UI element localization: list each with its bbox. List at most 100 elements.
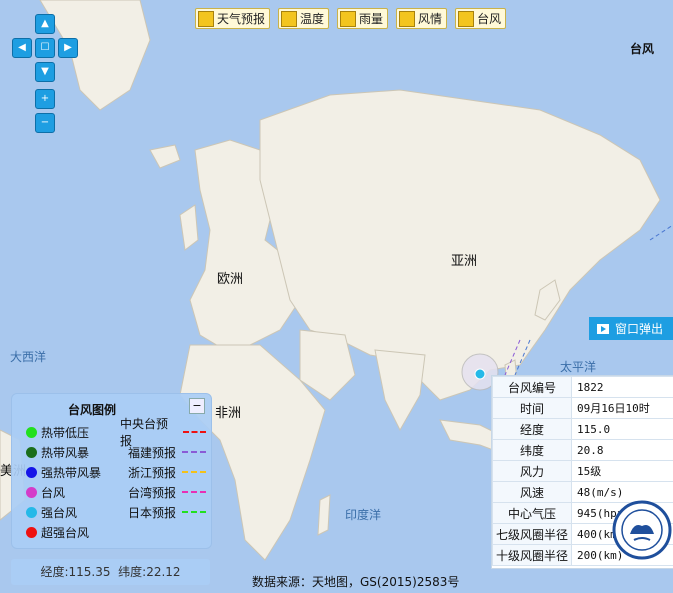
forecast-line-icon	[182, 511, 206, 513]
forecast-line-icon	[182, 471, 206, 473]
toolbar-button-4[interactable]: 台风	[455, 8, 507, 29]
forecast-line-icon	[182, 451, 206, 453]
legend-category-item: 强台风	[26, 502, 101, 522]
legend-category-item: 超强台风	[26, 522, 101, 542]
legend-minimize-button[interactable]: −	[189, 398, 205, 414]
pan-down-button[interactable]: ▼	[35, 62, 55, 82]
typhoon-center-marker	[474, 368, 486, 380]
land-uk	[179, 204, 199, 251]
forecast-label: 台湾预报	[127, 485, 176, 500]
label-asia: 亚洲	[451, 254, 478, 269]
toolbar-button-3[interactable]: 风情	[396, 8, 448, 29]
data-source: 数据来源：天地图，GS(2015)2583号	[252, 575, 460, 589]
zoom-out-button[interactable]: −	[35, 113, 55, 133]
center-button[interactable]: ☐	[35, 38, 55, 58]
category-dot-icon	[26, 486, 37, 498]
window-popup-button[interactable]: 窗口弹出	[589, 317, 673, 340]
legend-forecast-item: 日本预报	[120, 502, 206, 522]
label-atlantic: 大西洋	[10, 350, 47, 364]
info-key: 风力	[492, 460, 572, 482]
legend-category-item: 台风	[26, 482, 101, 502]
weather-icon	[198, 10, 214, 27]
toolbar-button-label: 雨量	[359, 12, 384, 26]
thermometer-icon	[281, 10, 298, 27]
legend-forecast-item: 福建预报	[120, 442, 206, 462]
category-label: 热带低压	[41, 425, 90, 440]
category-dot-icon	[26, 466, 37, 478]
lat-value: 22.12	[146, 565, 181, 579]
category-label: 超强台风	[41, 525, 90, 540]
typhoon-legend: 台风图例 − 热带低压 热带风暴 强热带风暴 台风 强台风 超强台风 中央台预报 福建预报浙…	[11, 393, 212, 549]
coordinate-readout: 经度:115.35 纬度:22.12	[11, 559, 210, 585]
land-madagascar	[317, 494, 331, 536]
info-key: 时间	[492, 397, 572, 419]
legend-category-item: 强热带风暴	[26, 462, 101, 482]
label-africa: 非洲	[215, 406, 242, 421]
wind-icon	[399, 10, 416, 27]
category-dot-icon	[26, 446, 37, 458]
pan-up-button[interactable]: ▲	[35, 14, 55, 34]
forecast-line-icon	[182, 491, 206, 493]
info-row: 台风编号 1822	[492, 376, 673, 398]
toolbar-button-0[interactable]: 天气预报	[195, 8, 271, 29]
land-iceland	[149, 144, 181, 169]
forecast-line-icon	[183, 431, 206, 433]
typhoon-icon	[458, 10, 475, 27]
toolbar-button-2[interactable]: 雨量	[337, 8, 389, 29]
label-indian: 印度洋	[345, 508, 382, 522]
forecast-label: 浙江预报	[127, 465, 176, 480]
weather-bureau-seal	[612, 500, 672, 560]
info-value: 1822	[571, 376, 673, 398]
pan-left-button[interactable]: ◀	[12, 38, 32, 58]
toolbar-button-label: 风情	[418, 12, 443, 26]
toolbar: 天气预报 温度 雨量 风情 台风	[195, 8, 507, 29]
info-row: 风力 15级	[492, 460, 673, 482]
info-row: 经度 115.0	[492, 418, 673, 440]
info-key: 经度	[492, 418, 572, 440]
info-key: 十级风圈半径	[492, 544, 572, 566]
toolbar-button-label: 台风	[477, 12, 502, 26]
window-popup-label: 窗口弹出	[615, 322, 664, 336]
label-europe: 欧洲	[217, 272, 244, 287]
land-greenland	[39, 0, 151, 111]
info-row: 纬度 20.8	[492, 439, 673, 461]
rain-icon	[340, 10, 357, 27]
category-label: 强台风	[41, 505, 78, 520]
forecast-label: 日本预报	[127, 505, 176, 520]
info-value: 115.0	[571, 418, 673, 440]
legend-category-item: 热带风暴	[26, 442, 101, 462]
legend-forecasts: 中央台预报 福建预报浙江预报台湾预报日本预报	[120, 417, 206, 522]
legend-forecast-item: 浙江预报	[120, 462, 206, 482]
info-key: 七级风圈半径	[492, 523, 572, 545]
pan-right-button[interactable]: ▶	[58, 38, 78, 58]
info-value: 20.8	[571, 439, 673, 461]
zoom-in-button[interactable]: +	[35, 89, 55, 109]
info-value: 15级	[571, 460, 673, 482]
toolbar-button-label: 温度	[300, 12, 325, 26]
info-key: 台风编号	[492, 376, 572, 398]
lat-label: 纬度:	[118, 565, 147, 579]
category-label: 强热带风暴	[41, 465, 102, 480]
legend-forecast-item: 台湾预报	[120, 482, 206, 502]
play-icon	[597, 323, 609, 334]
legend-category-item: 热带低压	[26, 422, 101, 442]
legend-categories: 热带低压热带风暴强热带风暴台风强台风超强台风	[26, 422, 101, 542]
info-row: 时间 09月16日10时	[492, 397, 673, 419]
info-value: 09月16日10时	[571, 397, 673, 419]
category-dot-icon	[26, 526, 37, 538]
label-pacific: 太平洋	[560, 360, 597, 374]
forecast-label: 福建预报	[127, 445, 176, 460]
toolbar-button-label: 天气预报	[217, 12, 266, 26]
toolbar-button-1[interactable]: 温度	[278, 8, 330, 29]
info-key: 中心气压	[492, 502, 572, 524]
lon-value: 115.35	[68, 565, 111, 579]
category-dot-icon	[26, 426, 37, 438]
typhoon-tag[interactable]: 台风	[630, 40, 654, 57]
info-key: 纬度	[492, 439, 572, 461]
lon-label: 经度:	[40, 565, 69, 579]
category-label: 热带风暴	[41, 445, 90, 460]
category-label: 台风	[41, 485, 66, 500]
category-dot-icon	[26, 506, 37, 518]
land-india	[374, 349, 426, 432]
legend-forecast-item: 中央台预报	[120, 417, 206, 448]
